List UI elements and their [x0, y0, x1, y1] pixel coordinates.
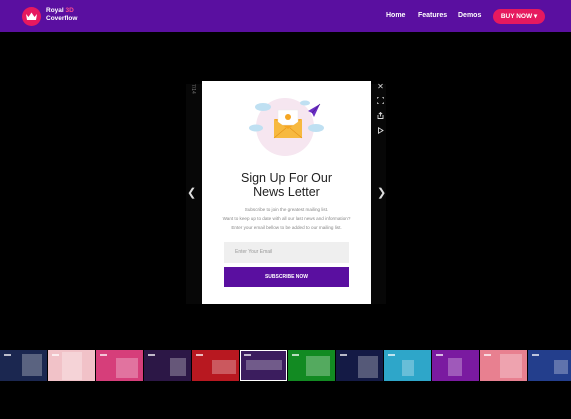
subscribe-button[interactable]: SUBSCRIBE NOW	[224, 267, 349, 287]
nav-home[interactable]: Home	[386, 12, 405, 19]
modal-title-line2: News Letter	[253, 185, 320, 199]
thumbnail-content	[116, 358, 138, 378]
thumbnail-content	[170, 358, 186, 376]
thumbnail-9[interactable]	[384, 350, 431, 381]
page: Royal 3D Coverflow Home Features Demos B…	[0, 0, 571, 419]
thumbnail-content	[554, 360, 568, 374]
modal-title-line1: Sign Up For Our	[240, 171, 332, 185]
slide-counter: 7/14	[190, 84, 196, 94]
thumbnail-10[interactable]	[432, 350, 479, 381]
chevron-right-icon[interactable]: ❯	[377, 186, 386, 199]
close-icon[interactable]: ✕	[376, 82, 385, 91]
newsletter-modal: Sign Up For Our News Letter Subscribe to…	[202, 81, 371, 304]
logo-accent: 3D	[65, 7, 74, 14]
thumbnail-2[interactable]	[48, 350, 95, 381]
thumbnail-content	[358, 356, 378, 378]
logo-line2: Coverflow	[46, 15, 78, 22]
share-icon[interactable]	[376, 111, 385, 121]
thumbnail-7[interactable]	[288, 350, 335, 381]
crown-logo-icon[interactable]	[22, 7, 41, 26]
thumbnail-1[interactable]	[0, 350, 47, 381]
chevron-left-icon[interactable]: ❮	[187, 186, 196, 199]
thumbnail-3[interactable]	[96, 350, 143, 381]
thumbnail-content	[212, 360, 236, 374]
site-header: Royal 3D Coverflow Home Features Demos B…	[0, 0, 571, 32]
thumbnail-content	[306, 356, 330, 376]
nav-features[interactable]: Features	[418, 12, 447, 19]
thumbnail-6-selected[interactable]	[240, 350, 287, 381]
thumbnail-content	[402, 360, 414, 376]
thumbnail-content	[500, 354, 522, 378]
thumbnail-12[interactable]	[528, 350, 571, 381]
logo-line1: Royal	[46, 7, 64, 14]
buy-now-button[interactable]: BUY NOW ▾	[493, 9, 545, 24]
email-input[interactable]: Enter Your Email	[224, 242, 349, 263]
thumbnail-4[interactable]	[144, 350, 191, 381]
modal-desc-line3: Enter your email bellow to be added to o…	[231, 225, 342, 230]
thumbnail-8[interactable]	[336, 350, 383, 381]
thumbnail-5[interactable]	[192, 350, 239, 381]
thumbnail-content	[22, 354, 42, 376]
thumbnail-content	[448, 358, 462, 376]
mail-illustration-icon	[249, 98, 324, 156]
modal-desc-line2: Want to keep up to date with all our las…	[222, 216, 351, 221]
thumbnail-content	[246, 360, 282, 370]
thumbnail-content	[62, 352, 82, 380]
modal-desc-line1: Subscribe to join the greatest mailing l…	[244, 207, 329, 212]
play-icon[interactable]	[376, 127, 385, 136]
thumbnail-11[interactable]	[480, 350, 527, 381]
logo-text[interactable]: Royal 3D Coverflow	[46, 7, 77, 23]
thumbnail-strip	[0, 350, 571, 382]
nav-demos[interactable]: Demos	[458, 12, 481, 19]
fullscreen-icon[interactable]	[376, 96, 385, 106]
